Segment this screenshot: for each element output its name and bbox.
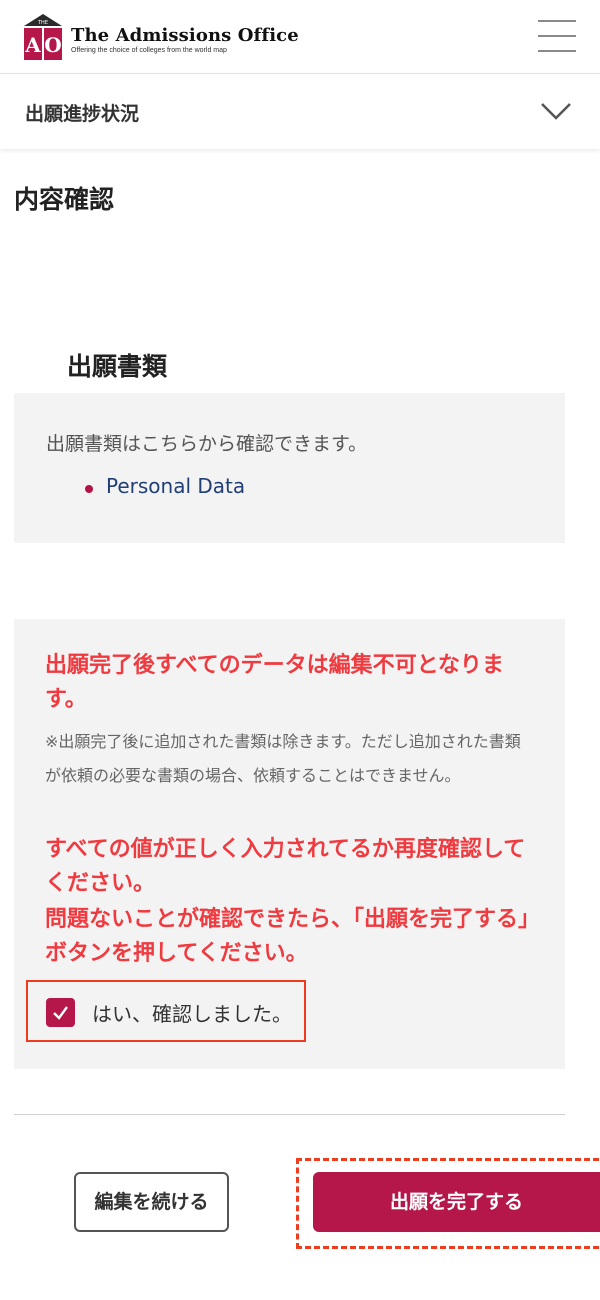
svg-text:A: A — [24, 33, 41, 57]
confirmation-notice: 出願完了後すべてのデータは編集不可となります。 ※出願完了後に追加された書類は除… — [14, 619, 565, 1069]
notice-instruction: 問題ないことが確認できたら、「出願を完了する」ボタンを押してください。 — [45, 907, 530, 967]
svg-text:O: O — [44, 33, 61, 57]
bullet-icon — [85, 485, 93, 493]
notice-recheck: すべての値が正しく入力されてるか再度確認してください。 — [45, 837, 526, 897]
confirm-checkbox-row[interactable]: はい、確認しました。 — [26, 980, 306, 1042]
site-header: THE A O The Admissions Office Offering t… — [0, 0, 600, 74]
confirm-checkbox[interactable] — [46, 998, 75, 1027]
progress-label: 出願進捗状況 — [25, 103, 140, 125]
chevron-down-icon — [541, 103, 571, 120]
notice-no-edit: 出願完了後すべてのデータは編集不可となります。 — [45, 653, 504, 713]
checkmark-icon — [53, 1006, 68, 1020]
brand-tagline: Offering the choice of colleges from the… — [71, 47, 227, 54]
complete-application-button[interactable]: 出願を完了する — [313, 1172, 600, 1232]
document-link-personal-data[interactable]: Personal Data — [106, 474, 245, 498]
progress-dropdown[interactable]: 出願進捗状況 — [0, 74, 600, 149]
page-title: 内容確認 — [14, 185, 115, 214]
notice-note: ※出願完了後に追加された書類は除きます。ただし追加された書類が依頼の必要な書類の… — [45, 732, 521, 785]
logo-icon[interactable]: THE A O — [24, 14, 62, 60]
documents-description: 出願書類はこちらから確認できます。 — [46, 433, 368, 455]
confirm-label: はい、確認しました。 — [92, 1002, 292, 1026]
documents-panel: 出願書類はこちらから確認できます。 Personal Data — [14, 393, 565, 543]
hamburger-icon[interactable] — [538, 20, 576, 52]
brand-title: The Admissions Office — [71, 25, 299, 46]
divider — [14, 1114, 565, 1115]
svg-text:THE: THE — [37, 20, 48, 26]
section-heading: 出願書類 — [67, 352, 168, 381]
continue-editing-button[interactable]: 編集を続ける — [74, 1172, 229, 1232]
